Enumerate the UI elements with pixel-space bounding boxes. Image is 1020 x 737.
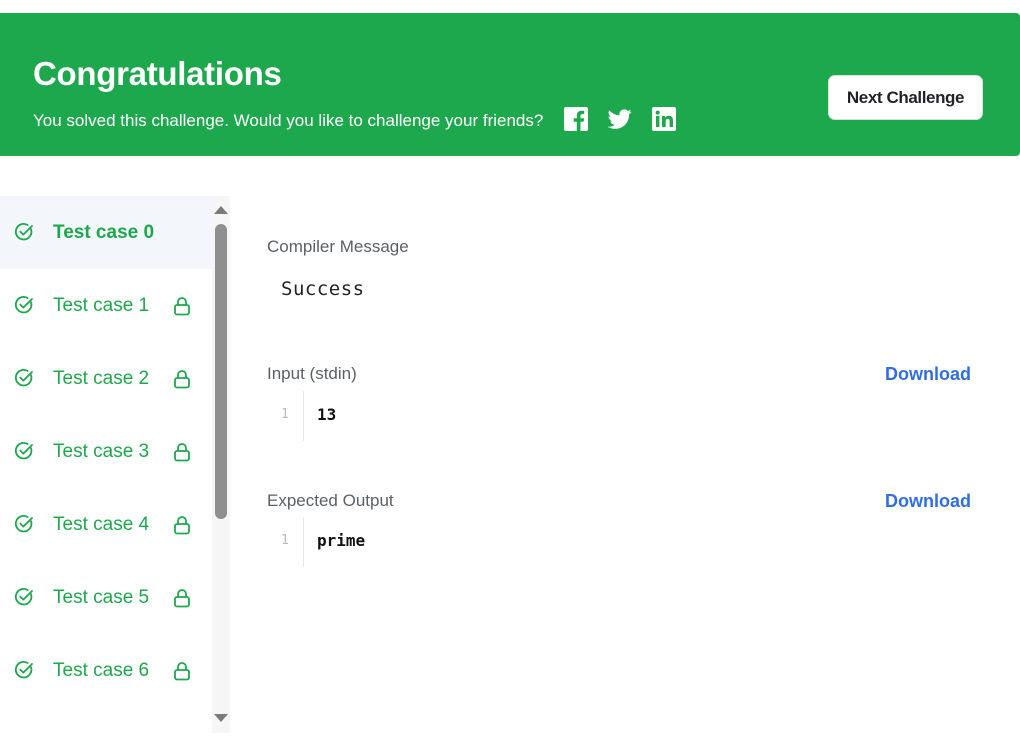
test-case-label: Test case 4 [53,514,150,535]
facebook-icon[interactable] [564,107,588,131]
check-circle-icon [14,296,33,314]
test-case-0[interactable]: Test case 0 [0,196,212,269]
scroll-up-arrow-icon[interactable] [214,206,228,214]
test-case-label: Test case 1 [53,295,150,316]
test-case-3[interactable]: Test case 3 [0,415,212,488]
test-case-5[interactable]: Test case 5 [0,561,212,634]
lock-icon [174,662,190,681]
test-case-label: Test case 5 [53,587,150,608]
test-case-label: Test case 2 [53,368,150,389]
lock-icon [174,589,190,608]
expected-output-code-block: 1 prime [267,517,967,567]
twitter-icon[interactable] [608,107,632,131]
check-circle-icon [14,661,33,679]
gutter-divider [303,391,304,441]
input-download-link[interactable]: Download [885,364,971,384]
lock-icon [174,370,190,389]
lock-icon [174,516,190,535]
compiler-message: Success [281,278,365,300]
lock-icon [174,297,190,316]
banner-title: Congratulations [33,55,282,92]
line-number: 1 [281,533,289,548]
test-case-6[interactable]: Test case 6 [0,634,212,707]
check-circle-icon [14,515,33,533]
test-case-label: Test case 0 [53,222,155,243]
next-challenge-button[interactable]: Next Challenge [828,75,983,120]
line-number: 1 [281,407,289,422]
linkedin-icon[interactable] [652,107,676,131]
expected-output-download-link[interactable]: Download [885,491,971,511]
check-circle-icon [14,588,33,606]
check-circle-icon [14,369,33,387]
expected-output-value: prime [317,531,366,550]
expected-output-label: Expected Output [267,491,394,510]
test-case-list: Test case 0 Test case 1 Test case 2 Test… [0,196,212,733]
check-circle-icon [14,442,33,460]
check-circle-icon [14,223,33,241]
gutter-divider [303,517,304,567]
scrollbar-thumb[interactable] [215,224,227,519]
test-case-2[interactable]: Test case 2 [0,342,212,415]
test-case-label: Test case 3 [53,441,150,462]
test-case-4[interactable]: Test case 4 [0,488,212,561]
test-case-label: Test case 6 [53,660,150,681]
compiler-message-label: Compiler Message [267,237,409,256]
banner-subtitle: You solved this challenge. Would you lik… [33,111,544,130]
success-banner: Congratulations You solved this challeng… [0,13,1020,156]
scroll-down-arrow-icon[interactable] [214,714,228,722]
input-value: 13 [317,405,337,424]
lock-icon [174,443,190,462]
input-code-block: 1 13 [267,391,967,441]
input-label: Input (stdin) [267,364,357,383]
test-case-1[interactable]: Test case 1 [0,269,212,342]
